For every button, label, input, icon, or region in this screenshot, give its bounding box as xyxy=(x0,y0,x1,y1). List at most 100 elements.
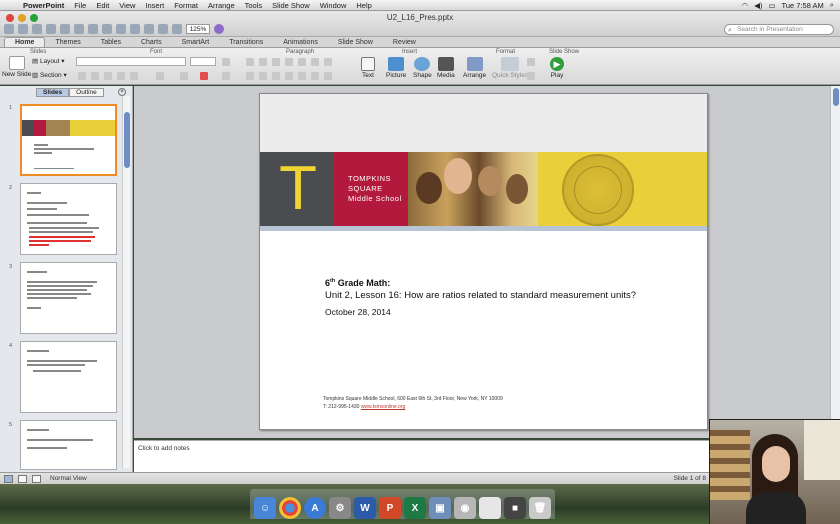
menu-window[interactable]: Window xyxy=(315,1,352,10)
tab-review[interactable]: Review xyxy=(383,38,426,47)
columns-icon[interactable] xyxy=(324,58,332,66)
quick-styles-button[interactable]: Quick Styles xyxy=(492,57,528,79)
tab-home[interactable]: Home xyxy=(4,37,46,47)
canvas-scroll-thumb[interactable] xyxy=(833,88,839,106)
excel-icon[interactable]: X xyxy=(404,497,426,519)
save-icon[interactable] xyxy=(46,24,56,34)
menu-app-name[interactable]: PowerPoint xyxy=(18,1,69,10)
slide-thumbnail-3[interactable] xyxy=(20,262,117,334)
menu-arrange[interactable]: Arrange xyxy=(203,1,240,10)
app-store-icon[interactable]: A xyxy=(304,497,326,519)
slide-title[interactable]: 6th Grade Math: xyxy=(325,278,390,288)
tab-slides[interactable]: Slides xyxy=(36,88,70,97)
shadow-icon[interactable] xyxy=(130,72,138,80)
tab-tables[interactable]: Tables xyxy=(91,38,131,47)
smartart-convert-icon[interactable] xyxy=(311,72,319,80)
slide-thumbnail-2[interactable] xyxy=(20,183,117,255)
slide-thumbnail-5[interactable] xyxy=(20,420,117,470)
arrange-button[interactable]: Arrange xyxy=(463,57,486,79)
slide-date[interactable]: October 28, 2014 xyxy=(325,307,391,317)
slide-subtitle[interactable]: Unit 2, Lesson 16: How are ratios relate… xyxy=(325,290,636,301)
normal-view-icon[interactable] xyxy=(4,475,13,483)
navigator-scrollbar[interactable] xyxy=(122,96,130,468)
chrome-icon[interactable] xyxy=(279,497,301,519)
text-direction-icon[interactable] xyxy=(311,58,319,66)
slide-sorter-icon[interactable] xyxy=(18,475,27,483)
picture-button[interactable]: Picture xyxy=(386,57,406,79)
help-icon[interactable] xyxy=(214,24,224,34)
system-preferences-icon[interactable]: ⚙ xyxy=(329,497,351,519)
align-center-icon[interactable] xyxy=(259,72,267,80)
tab-slide-show[interactable]: Slide Show xyxy=(328,38,383,47)
menu-slide-show[interactable]: Slide Show xyxy=(267,1,315,10)
preview-icon[interactable]: ▣ xyxy=(429,497,451,519)
numbering-icon[interactable] xyxy=(259,58,267,66)
menu-format[interactable]: Format xyxy=(169,1,203,10)
navigator-scroll-thumb[interactable] xyxy=(124,112,130,168)
templates-icon[interactable] xyxy=(18,24,28,34)
underline-icon[interactable] xyxy=(104,72,112,80)
new-slide-button[interactable]: New Slide xyxy=(2,56,31,78)
text-highlight-icon[interactable] xyxy=(180,72,188,80)
font-size-select[interactable] xyxy=(190,57,216,66)
wifi-icon[interactable]: ◠ xyxy=(742,1,749,10)
strikethrough-icon[interactable] xyxy=(117,72,125,80)
slide-show-view-icon[interactable] xyxy=(32,475,41,483)
tab-smartart[interactable]: SmartArt xyxy=(172,38,220,47)
line-spacing-icon[interactable] xyxy=(298,58,306,66)
finder-icon[interactable]: ☺ xyxy=(254,497,276,519)
section-button[interactable]: ▥ Section ▾ xyxy=(32,71,67,79)
menu-edit[interactable]: Edit xyxy=(91,1,114,10)
slide-thumbnail-4[interactable] xyxy=(20,341,117,413)
powerpoint-icon[interactable]: P xyxy=(379,497,401,519)
tab-outline[interactable]: Outline xyxy=(69,88,104,97)
play-button[interactable]: ▶ Play xyxy=(550,57,564,79)
current-slide[interactable]: T TOMPKINS SQUARE Middle School 6th Grad… xyxy=(259,93,708,430)
media-button[interactable]: Media xyxy=(437,57,455,79)
menu-tools[interactable]: Tools xyxy=(240,1,268,10)
print-icon[interactable] xyxy=(60,24,70,34)
shape-fill-icon[interactable] xyxy=(527,58,535,66)
cut-icon[interactable] xyxy=(74,24,84,34)
trash-icon[interactable]: 🗑 xyxy=(529,497,551,519)
undo-icon[interactable] xyxy=(130,24,140,34)
documents-stack-icon[interactable] xyxy=(479,497,501,519)
shape-line-icon[interactable] xyxy=(527,72,535,80)
screen-recorder-icon[interactable]: ■ xyxy=(504,497,526,519)
sidebar-toggle-icon[interactable] xyxy=(172,24,182,34)
bullets-icon[interactable] xyxy=(246,58,254,66)
open-icon[interactable] xyxy=(32,24,42,34)
zoom-field[interactable]: 125% xyxy=(186,24,210,34)
battery-icon[interactable]: ▭ xyxy=(768,1,775,10)
redo-icon[interactable] xyxy=(144,24,154,34)
close-panel-icon[interactable]: × xyxy=(118,88,126,96)
decrease-indent-icon[interactable] xyxy=(272,58,280,66)
spotlight-icon[interactable]: ⌕ xyxy=(830,0,834,10)
justify-icon[interactable] xyxy=(285,72,293,80)
new-doc-icon[interactable] xyxy=(4,24,14,34)
font-name-select[interactable] xyxy=(76,57,186,66)
word-icon[interactable]: W xyxy=(354,497,376,519)
slide-thumbnail-1[interactable] xyxy=(20,104,117,176)
slide-footer-contact[interactable]: T: 212-995-1430 www.tsmsonline.org xyxy=(323,404,405,410)
layout-button[interactable]: ▤ Layout ▾ xyxy=(32,57,65,65)
font-color-icon[interactable] xyxy=(200,72,208,80)
canvas-scrollbar[interactable] xyxy=(830,86,840,472)
format-painter-icon[interactable] xyxy=(116,24,126,34)
clear-format-icon[interactable] xyxy=(222,72,230,80)
grow-font-icon[interactable] xyxy=(222,58,230,66)
increase-indent-icon[interactable] xyxy=(285,58,293,66)
tab-themes[interactable]: Themes xyxy=(45,38,90,47)
superscript-icon[interactable] xyxy=(156,72,164,80)
menu-file[interactable]: File xyxy=(69,1,91,10)
shape-button[interactable]: Shape xyxy=(413,57,432,79)
align-right-icon[interactable] xyxy=(272,72,280,80)
menu-view[interactable]: View xyxy=(114,1,140,10)
tab-charts[interactable]: Charts xyxy=(131,38,172,47)
copy-icon[interactable] xyxy=(88,24,98,34)
italic-icon[interactable] xyxy=(91,72,99,80)
menu-insert[interactable]: Insert xyxy=(140,1,169,10)
volume-icon[interactable]: ◀) xyxy=(754,1,762,10)
paste-icon[interactable] xyxy=(102,24,112,34)
tab-transitions[interactable]: Transitions xyxy=(219,38,273,47)
